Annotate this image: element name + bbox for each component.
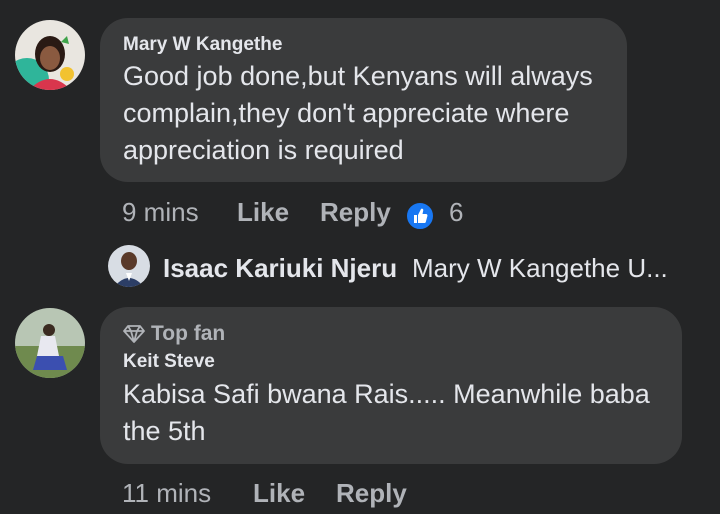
avatar-mary[interactable] [15, 20, 85, 90]
reply-author[interactable]: Isaac Kariuki Njeru [163, 253, 397, 284]
comment-timestamp[interactable]: 9 mins [122, 197, 199, 228]
comment-text-line: Kabisa Safi bwana Rais..... Meanwhile ba… [123, 379, 650, 409]
comment-author[interactable]: Keit Steve [123, 351, 215, 373]
avatar-keit[interactable] [15, 308, 85, 378]
avatar-isaac[interactable] [108, 245, 150, 287]
like-button[interactable]: Like [237, 197, 289, 228]
comment-text-line: Good job done,but Kenyans will always [123, 61, 593, 91]
comment-author[interactable]: Mary W Kangethe [123, 34, 282, 56]
top-fan-badge: Top fan [123, 322, 225, 346]
reply-button[interactable]: Reply [336, 478, 407, 509]
badge-label: Top fan [151, 322, 226, 345]
comment-timestamp[interactable]: 11 mins [122, 478, 211, 509]
comment-text-line: the 5th [123, 416, 206, 446]
comment-text-line: appreciation is required [123, 135, 404, 165]
comment-text-line: complain,they don't appreciate where [123, 98, 570, 128]
like-button[interactable]: Like [253, 478, 305, 509]
diamond-icon [123, 325, 145, 343]
thumbs-up-icon[interactable] [405, 201, 435, 231]
reply-preview-text[interactable]: Mary W Kangethe U... [412, 253, 668, 284]
reaction-count[interactable]: 6 [449, 197, 463, 228]
comments-thread: Mary W Kangethe Good job done,but Kenyan… [0, 0, 720, 514]
reply-button[interactable]: Reply [320, 197, 391, 228]
